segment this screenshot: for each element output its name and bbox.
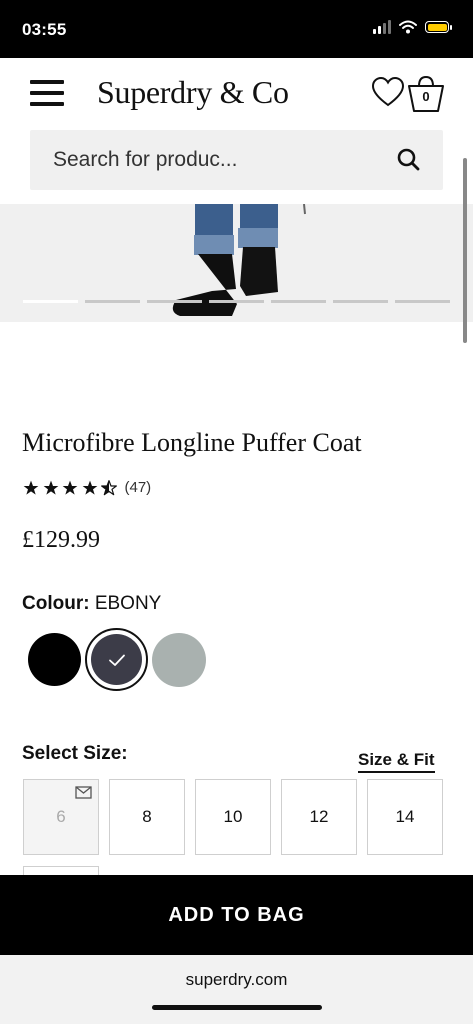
colour-label: Colour: EBONY: [22, 593, 161, 615]
carousel-dot[interactable]: [85, 300, 140, 303]
review-count[interactable]: (47): [125, 479, 152, 496]
colour-label-text: Colour:: [22, 593, 90, 614]
product-image-carousel[interactable]: [0, 204, 473, 322]
carousel-dot[interactable]: [209, 300, 264, 303]
brand-logo[interactable]: Superdry & Co: [97, 74, 289, 111]
size-option-14[interactable]: 14: [367, 779, 443, 855]
carousel-dot[interactable]: [333, 300, 388, 303]
half-star-icon: [101, 479, 117, 495]
size-option-8[interactable]: 8: [109, 779, 185, 855]
star-icon: [43, 480, 58, 495]
search-bar: [30, 130, 443, 190]
star-icon: [62, 480, 78, 495]
browser-address-bar: superdry.com: [0, 955, 473, 1024]
size-option-12[interactable]: 12: [281, 779, 357, 855]
selected-colour-name: EBONY: [94, 593, 162, 614]
search-icon[interactable]: [395, 146, 423, 174]
signal-icon: [373, 20, 391, 34]
add-to-bag-button[interactable]: ADD TO BAG: [0, 875, 473, 955]
size-fit-link[interactable]: Size & Fit: [358, 750, 435, 773]
battery-icon: [425, 21, 452, 33]
size-option-6[interactable]: 6: [23, 779, 99, 855]
envelope-icon: [75, 786, 92, 799]
check-icon: [108, 654, 125, 666]
size-label: Select Size:: [22, 743, 128, 764]
colour-swatch-black[interactable]: [28, 633, 81, 686]
star-icon: [23, 480, 39, 495]
size-option-label: 10: [223, 807, 243, 826]
star-icon: [82, 480, 97, 495]
product-image: [172, 204, 306, 316]
size-option-label: 8: [142, 807, 152, 826]
heart-icon[interactable]: [371, 76, 405, 108]
product-price: £129.99: [22, 527, 100, 553]
status-time: 03:55: [22, 20, 67, 39]
product-title: Microfibre Longline Puffer Coat: [22, 428, 362, 457]
status-icons: [373, 20, 452, 34]
site-header: Superdry & Co 0: [0, 58, 473, 130]
size-option-label: 6: [56, 807, 66, 826]
bag-button[interactable]: 0: [407, 74, 445, 114]
colour-swatch-grey[interactable]: [152, 633, 206, 687]
wifi-icon: [399, 20, 417, 34]
home-indicator[interactable]: [152, 1005, 322, 1010]
scrollbar[interactable]: [463, 158, 467, 343]
size-option-10[interactable]: 10: [195, 779, 271, 855]
size-option-label: 12: [309, 807, 329, 826]
product-rating[interactable]: (47): [23, 479, 151, 496]
carousel-dot[interactable]: [271, 300, 326, 303]
carousel-dot[interactable]: [395, 300, 450, 303]
browser-url[interactable]: superdry.com: [0, 970, 473, 990]
carousel-indicators: [23, 300, 450, 303]
bag-count: 0: [422, 89, 430, 104]
status-bar: 03:55: [0, 0, 473, 58]
search-input[interactable]: [30, 130, 370, 190]
colour-swatch-ebony[interactable]: [91, 634, 142, 685]
carousel-dot[interactable]: [147, 300, 202, 303]
carousel-dot[interactable]: [23, 300, 78, 303]
menu-icon[interactable]: [30, 80, 64, 106]
size-option-label: 14: [395, 807, 415, 826]
